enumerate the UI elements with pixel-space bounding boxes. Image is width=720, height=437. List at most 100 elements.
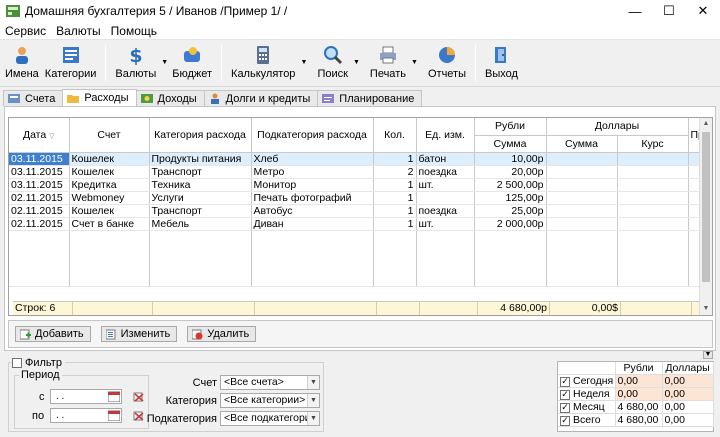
chevron-down-icon[interactable]: ▼ <box>307 376 319 389</box>
row-count: Строк: 6 <box>13 302 73 315</box>
column-header-rub-sum[interactable]: Сумма <box>474 135 547 153</box>
action-bar: Добавить Изменить Удалить <box>8 320 713 348</box>
accounts-icon <box>8 94 20 103</box>
category-filter-label: Категория <box>165 395 217 407</box>
column-header-category[interactable]: Категория расхода <box>149 118 252 153</box>
empty-row <box>9 230 707 287</box>
totals-row: Строк: 6 4 680,00р 0,00$ <box>13 301 705 315</box>
budget-button[interactable]: Бюджет <box>169 45 215 83</box>
table-row[interactable]: 03.11.2015 Кошелек Продукты питания Хлеб 1б… <box>9 152 707 166</box>
svg-text:$: $ <box>129 45 142 65</box>
menu-currencies[interactable]: Валюты <box>51 24 106 38</box>
tab-income[interactable]: Доходы <box>135 90 205 106</box>
tab-strip: Счета Расходы Доходы Долги и кредиты Пла… <box>0 89 720 106</box>
column-group-usd: Доллары <box>546 118 689 136</box>
add-button[interactable]: Добавить <box>15 326 91 342</box>
pie-chart-icon <box>438 47 455 63</box>
minimize-button[interactable]: — <box>618 0 652 22</box>
column-header-unit[interactable]: Ед. изм. <box>416 118 475 153</box>
category-filter-select[interactable]: <Все категории> ▼ <box>220 393 320 408</box>
column-header-date[interactable]: Дата ▽ <box>9 118 70 153</box>
column-header-qty[interactable]: Кол. <box>373 118 417 153</box>
print-button[interactable]: Печать ▼ <box>367 45 418 83</box>
clear-date-icon[interactable] <box>133 410 144 421</box>
dropdown-arrow-icon[interactable]: ▼ <box>301 59 308 66</box>
table-row[interactable]: 02.11.2015 Счет в банке Мебель Диван 1 шт. 2 … <box>9 217 707 231</box>
calendar-icon[interactable] <box>108 410 120 421</box>
close-button[interactable]: ✕ <box>686 0 720 22</box>
column-header-subcategory[interactable]: Подкатегория расхода <box>251 118 374 153</box>
summary-header-rub: Рубли <box>615 362 663 375</box>
tab-expenses[interactable]: Расходы <box>62 89 137 106</box>
checkbox-icon[interactable]: ✓ <box>560 402 570 413</box>
period-group: Период с . . по . . <box>14 369 149 429</box>
tab-planning[interactable]: Планирование <box>317 90 423 106</box>
checkbox-icon[interactable]: ✓ <box>560 376 570 387</box>
filter-group: Фильтр Период с . . по . . Счет <Все сче… <box>8 357 324 432</box>
dropdown-arrow-icon[interactable]: ▼ <box>411 59 418 66</box>
clear-date-icon[interactable] <box>133 391 144 402</box>
from-label: с <box>39 391 45 403</box>
income-icon <box>140 94 153 103</box>
names-button[interactable]: Имена <box>2 45 42 83</box>
delete-button[interactable]: Удалить <box>187 326 257 342</box>
summary-header-usd: Доллары <box>662 362 714 375</box>
wallet-icon <box>184 47 201 62</box>
summary-collapse-icon[interactable]: ▼ <box>703 351 713 359</box>
date-from-input[interactable]: . . <box>50 389 122 404</box>
chevron-down-icon[interactable]: ▼ <box>307 394 319 407</box>
window-title: Домашняя бухгалтерия 5 / Иванов /Пример … <box>25 4 288 18</box>
menu-help[interactable]: Помощь <box>106 24 162 38</box>
summary-table: Рубли Доллары ✓ Сегодня 0,00 0,00 ✓ Неделя… <box>557 361 714 432</box>
currencies-button[interactable]: $ Валюты ▼ <box>112 45 168 83</box>
menu-service[interactable]: Сервис <box>0 24 51 38</box>
vertical-scrollbar[interactable]: ▲ ▼ <box>699 118 712 315</box>
maximize-button[interactable]: ☐ <box>652 0 686 22</box>
table-row[interactable]: 02.11.2015 Webmoney Услуги Печать фотографи… <box>9 191 707 205</box>
categories-button[interactable]: Категории <box>42 45 100 83</box>
scrollbar-thumb[interactable] <box>702 132 710 282</box>
table-row[interactable]: 03.11.2015 Кредитка Техника Монитор 1 шт. 2 5… <box>9 178 707 192</box>
printer-icon <box>379 46 396 64</box>
column-header-usd-rate[interactable]: Курс <box>617 135 689 153</box>
expenses-grid[interactable]: Дата ▽ Счет Категория расхода Подкатегор… <box>8 117 713 316</box>
categories-icon <box>62 47 79 63</box>
calendar-icon[interactable] <box>108 391 120 402</box>
account-filter-label: Счет <box>192 377 217 389</box>
to-label: по <box>32 410 45 422</box>
period-label: Период <box>19 369 62 381</box>
dollar-icon: $ <box>129 45 142 65</box>
tab-accounts[interactable]: Счета <box>3 90 64 106</box>
filter-checkbox[interactable]: Фильтр <box>12 357 65 369</box>
search-button[interactable]: Поиск ▼ <box>314 45 360 83</box>
column-header-account[interactable]: Счет <box>69 118 150 153</box>
dropdown-arrow-icon[interactable]: ▼ <box>161 59 168 66</box>
table-row[interactable]: 02.11.2015 Кошелек Транспорт Автобус 1 поезд… <box>9 204 707 218</box>
chevron-down-icon[interactable]: ▼ <box>307 412 319 425</box>
scroll-down-icon[interactable]: ▼ <box>700 303 712 315</box>
exit-door-icon <box>495 47 507 63</box>
sort-arrow-icon: ▽ <box>49 132 55 140</box>
toolbar-separator <box>475 45 476 81</box>
people-icon <box>15 47 28 64</box>
scroll-up-icon[interactable]: ▲ <box>700 118 712 130</box>
checkbox-icon[interactable]: ✓ <box>560 415 570 426</box>
checkbox-icon[interactable] <box>12 358 22 368</box>
reports-button[interactable]: Отчеты <box>425 45 469 83</box>
calculator-button[interactable]: Калькулятор ▼ <box>228 45 307 83</box>
exit-button[interactable]: Выход <box>482 45 521 83</box>
edit-button[interactable]: Изменить <box>100 326 178 342</box>
dropdown-arrow-icon[interactable]: ▼ <box>353 59 360 66</box>
tab-debts[interactable]: Долги и кредиты <box>203 90 319 106</box>
search-icon <box>323 46 342 65</box>
subcategory-filter-label: Подкатегория <box>146 413 217 425</box>
planning-icon <box>322 94 335 103</box>
table-row[interactable]: 03.11.2015 Кошелек Транспорт Метро 2 поездка… <box>9 165 707 179</box>
subcategory-filter-select[interactable]: <Все подкатегории> ▼ <box>220 411 320 426</box>
account-filter-select[interactable]: <Все счета> ▼ <box>220 375 320 390</box>
column-header-usd-sum[interactable]: Сумма <box>546 135 618 153</box>
toolbar-separator <box>221 45 223 81</box>
date-to-input[interactable]: . . <box>50 408 122 423</box>
toolbar-separator <box>105 45 107 81</box>
checkbox-icon[interactable]: ✓ <box>560 389 570 400</box>
